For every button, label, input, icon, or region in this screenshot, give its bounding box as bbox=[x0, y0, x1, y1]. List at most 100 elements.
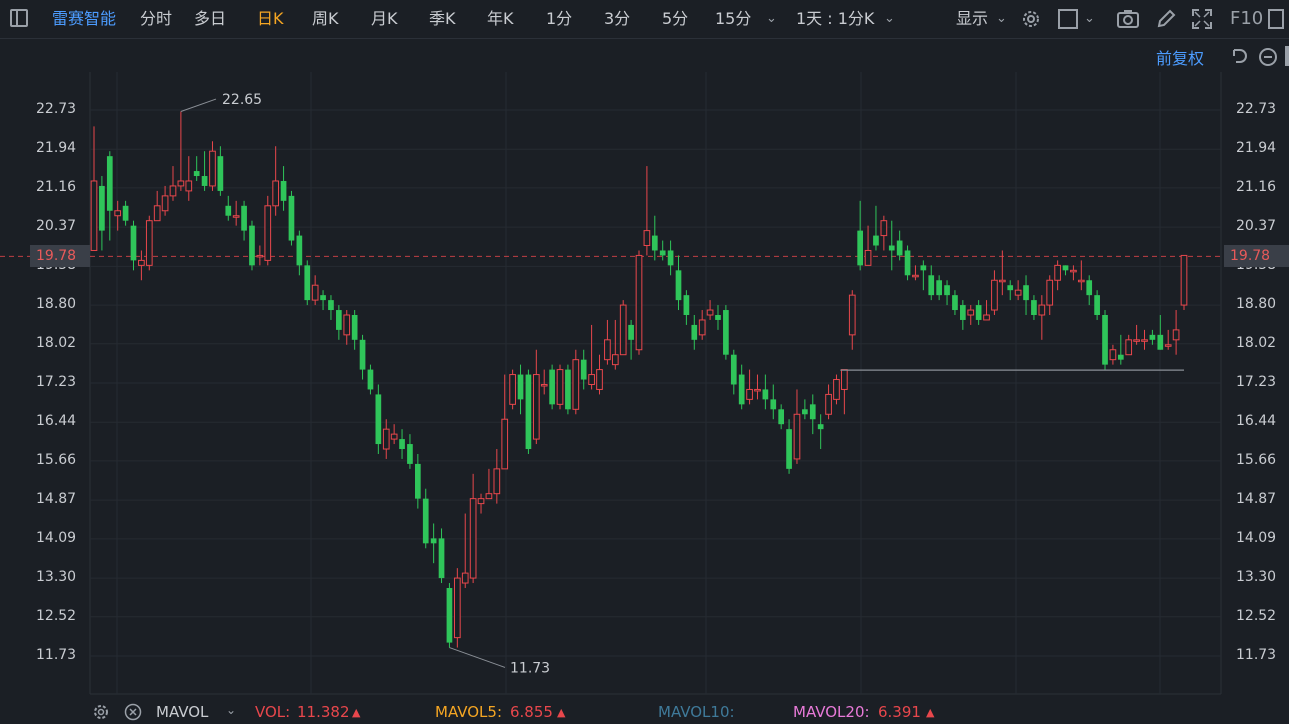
indicator-settings-gear-icon[interactable] bbox=[92, 703, 110, 721]
tab-15min[interactable]: 15分 bbox=[715, 0, 751, 38]
candle-body-down bbox=[1062, 265, 1069, 271]
candle-body-down bbox=[399, 439, 405, 450]
candle-body-up bbox=[588, 374, 595, 385]
candle-body-down bbox=[651, 235, 658, 251]
tab-3min[interactable]: 3分 bbox=[604, 0, 630, 38]
price-adjust-toggle[interactable]: 前复权 bbox=[1156, 45, 1225, 69]
candle-body-up bbox=[983, 314, 990, 321]
candle-body-down bbox=[430, 538, 437, 544]
candlestick-chart[interactable]: 22.65 11.73 bbox=[0, 72, 1289, 698]
tab-1min[interactable]: 1分 bbox=[546, 0, 572, 38]
candle-body-up bbox=[509, 374, 516, 405]
y-tick-label-left: 20.37 bbox=[36, 218, 77, 235]
fullscreen-icon[interactable] bbox=[1191, 8, 1213, 30]
candle-body-down bbox=[549, 369, 555, 405]
vol-label: VOL: bbox=[255, 703, 291, 721]
period-chevron-down-icon[interactable]: ⌄ bbox=[884, 0, 895, 38]
overflow-indicator bbox=[1285, 46, 1289, 66]
candle-body-up bbox=[556, 369, 564, 405]
candle-body-down bbox=[802, 409, 808, 415]
y-tick-label-right: 12.52 bbox=[1236, 607, 1277, 624]
y-tick-label-right: 15.66 bbox=[1236, 451, 1277, 468]
display-chevron-down-icon[interactable]: ⌄ bbox=[996, 0, 1007, 38]
stock-name[interactable]: 雷赛智能 bbox=[52, 0, 116, 38]
settings-gear-icon[interactable] bbox=[1020, 8, 1042, 30]
candle-body-down bbox=[936, 280, 942, 296]
display-menu[interactable]: 显示 bbox=[956, 0, 988, 38]
candle-body-up bbox=[833, 379, 840, 400]
tab-5min[interactable]: 5分 bbox=[662, 0, 688, 38]
vol-value: 11.382 bbox=[297, 703, 350, 721]
period-select[interactable]: 1天 : 1分K bbox=[796, 0, 874, 38]
panel-toggle-icon[interactable] bbox=[1268, 9, 1284, 29]
vol-up-arrow-icon: ▲ bbox=[352, 706, 361, 719]
candle-body-down bbox=[1007, 285, 1014, 291]
candle-body-up bbox=[390, 433, 398, 440]
layout-chevron-down-icon[interactable]: ⌄ bbox=[1084, 0, 1095, 38]
candle-body-down bbox=[336, 310, 342, 330]
candle-body-down bbox=[1157, 334, 1164, 350]
candle-body-down bbox=[241, 205, 247, 231]
candle-body-down bbox=[367, 369, 374, 390]
candle-body-down bbox=[407, 444, 413, 464]
candle-body-up bbox=[153, 205, 161, 222]
candle-body-up bbox=[841, 369, 848, 390]
candle-body-up bbox=[469, 498, 477, 579]
candle-body-down bbox=[873, 235, 879, 246]
f10-button[interactable]: F10 bbox=[1230, 0, 1263, 38]
zoom-out-icon[interactable] bbox=[1257, 46, 1279, 68]
candle-body-down bbox=[201, 176, 208, 186]
tab-weekly-k[interactable]: 周K bbox=[312, 0, 339, 38]
indicator-chevron-down-icon[interactable]: ⌄ bbox=[226, 703, 236, 717]
tab-monthly-k[interactable]: 月K bbox=[371, 0, 398, 38]
undo-icon[interactable] bbox=[1228, 46, 1250, 68]
candle-body-down bbox=[959, 305, 966, 320]
candle-body-down bbox=[1023, 285, 1029, 301]
y-tick-label-left: 21.16 bbox=[36, 178, 77, 195]
candle-body-up bbox=[991, 279, 998, 311]
indicator-name[interactable]: MAVOL bbox=[156, 703, 208, 721]
candle-body-down bbox=[975, 305, 982, 320]
y-tick-label-right: 18.02 bbox=[1236, 334, 1277, 351]
y-tick-label-right: 22.73 bbox=[1236, 101, 1277, 117]
sidebar-toggle-icon[interactable] bbox=[10, 9, 28, 27]
tab-multiday[interactable]: 多日 bbox=[194, 0, 226, 38]
candle-body-down bbox=[778, 409, 785, 425]
y-tick-label-right: 20.37 bbox=[1236, 218, 1277, 235]
tab-yearly-k[interactable]: 年K bbox=[487, 0, 514, 38]
pencil-draw-icon[interactable] bbox=[1155, 8, 1177, 30]
candle-body-down bbox=[659, 250, 666, 256]
tab-more-chevron-icon[interactable]: ⌄ bbox=[766, 0, 777, 38]
y-tick-label-left: 16.44 bbox=[36, 413, 77, 430]
camera-icon[interactable] bbox=[1116, 8, 1140, 30]
candle-body-down bbox=[952, 295, 958, 311]
candle-body-up bbox=[1038, 304, 1046, 316]
layout-square-icon[interactable] bbox=[1058, 9, 1078, 29]
candle-body-down bbox=[438, 538, 445, 579]
candle-body-down bbox=[249, 225, 255, 266]
y-tick-label-left: 13.30 bbox=[36, 569, 77, 586]
tab-intraday[interactable]: 分时 bbox=[140, 0, 172, 38]
mavol20-label: MAVOL20: bbox=[793, 703, 870, 721]
candle-body-down bbox=[296, 235, 303, 266]
candle-body-down bbox=[1031, 300, 1037, 315]
candle-body-up bbox=[493, 468, 501, 495]
candle-body-down bbox=[1086, 280, 1093, 296]
candle-body-down bbox=[288, 195, 295, 241]
candle-body-up bbox=[185, 180, 193, 192]
y-tick-label-left: 11.73 bbox=[36, 647, 77, 663]
candle-body-down bbox=[446, 587, 453, 643]
candle-body-up bbox=[619, 304, 627, 356]
tab-quarterly-k[interactable]: 季K bbox=[429, 0, 456, 38]
candle-body-down bbox=[730, 354, 737, 385]
candle-body-down bbox=[525, 374, 532, 450]
candle-body-up bbox=[864, 249, 872, 266]
candle-body-down bbox=[375, 394, 382, 445]
candle-body-up bbox=[138, 259, 145, 266]
candle-body-down bbox=[422, 498, 429, 544]
candle-body-down bbox=[723, 310, 729, 355]
tab-daily-k[interactable]: 日K bbox=[257, 0, 284, 38]
candle-body-down bbox=[944, 285, 950, 296]
indicator-close-icon[interactable] bbox=[124, 703, 142, 721]
candle-body-up bbox=[485, 493, 493, 500]
